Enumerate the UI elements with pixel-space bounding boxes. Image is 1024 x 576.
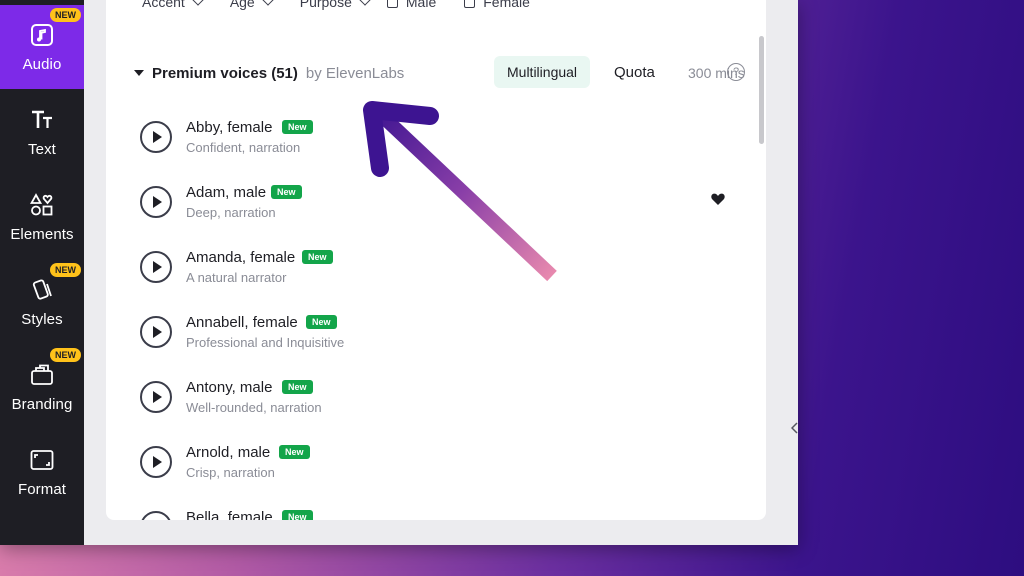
play-button[interactable] — [140, 511, 172, 520]
play-button[interactable] — [140, 446, 172, 478]
voice-new-badge: New — [282, 380, 313, 394]
female-label: Female — [483, 0, 530, 10]
scrollbar-thumb[interactable] — [759, 36, 764, 144]
voice-item[interactable]: Adam, male New Deep, narration — [140, 183, 740, 233]
chevron-down-icon — [192, 0, 204, 6]
sidebar-item-styles[interactable]: NEW Styles — [0, 260, 84, 344]
sidebar-item-label: Text — [28, 140, 56, 158]
male-checkbox[interactable]: Male — [386, 0, 437, 10]
premium-voices-header[interactable]: Premium voices (51) by ElevenLabs Multil… — [134, 56, 754, 90]
voice-description: Confident, narration — [186, 140, 301, 155]
voice-new-badge: New — [282, 120, 313, 134]
heart-icon[interactable] — [710, 191, 726, 207]
music-note-icon — [29, 22, 55, 48]
voice-panel: Accent Age Purpose Male Female Premium v… — [106, 0, 766, 520]
sidebar-item-label: Format — [17, 480, 67, 498]
voice-description: Crisp, narration — [186, 465, 275, 480]
voice-name: Abby, female — [186, 119, 273, 136]
styles-icon — [29, 277, 55, 303]
text-icon — [29, 107, 55, 133]
play-icon — [153, 196, 162, 208]
play-icon — [153, 326, 162, 338]
format-icon — [29, 447, 55, 473]
multilingual-badge[interactable]: Multilingual — [494, 56, 591, 88]
chevron-down-icon — [262, 0, 274, 6]
section-provider: by ElevenLabs — [305, 64, 405, 82]
age-filter[interactable]: Age — [229, 0, 274, 10]
voice-description: Well-rounded, narration — [186, 400, 322, 415]
accent-filter-label: Accent — [142, 0, 185, 10]
help-icon[interactable]: ? — [727, 63, 745, 81]
voice-new-badge: New — [271, 185, 302, 199]
play-button[interactable] — [140, 251, 172, 283]
voice-item[interactable]: Amanda, female New A natural narrator — [140, 248, 740, 298]
sidebar-item-label: Audio — [22, 55, 62, 73]
sidebar-item-branding[interactable]: NEW Branding — [0, 345, 84, 429]
voice-name: Amanda, female — [186, 249, 296, 266]
voice-name: Adam, male — [186, 184, 267, 201]
voice-new-badge: New — [279, 445, 310, 459]
voice-item[interactable]: Antony, male New Well-rounded, narration — [140, 378, 740, 428]
sidebar-item-audio[interactable]: NEW Audio — [0, 5, 84, 89]
purpose-filter[interactable]: Purpose — [299, 0, 371, 10]
voice-name: Arnold, male — [186, 444, 271, 461]
new-badge: NEW — [50, 348, 81, 362]
voice-item[interactable]: Bella, female New — [140, 508, 740, 520]
play-icon — [153, 391, 162, 403]
sidebar-item-label: Branding — [11, 395, 73, 413]
play-icon — [153, 261, 162, 273]
play-button[interactable] — [140, 121, 172, 153]
accent-filter[interactable]: Accent — [142, 0, 204, 10]
voice-description: Deep, narration — [186, 205, 276, 220]
filter-bar: Accent Age Purpose Male Female — [142, 0, 558, 12]
sidebar-item-label: Styles — [21, 310, 63, 328]
play-button[interactable] — [140, 316, 172, 348]
purpose-filter-label: Purpose — [299, 0, 352, 10]
voice-name: Antony, male — [186, 379, 273, 396]
section-title: Premium voices (51) — [152, 64, 298, 82]
checkbox-icon — [464, 0, 476, 8]
play-button[interactable] — [140, 186, 172, 218]
quota-label: Quota — [614, 64, 655, 81]
voice-name: Annabell, female — [186, 314, 298, 331]
sidebar-item-label: Elements — [10, 225, 74, 243]
male-label: Male — [405, 0, 437, 10]
play-button[interactable] — [140, 381, 172, 413]
voice-description: Professional and Inquisitive — [186, 335, 345, 350]
voice-item[interactable]: Abby, female New Confident, narration — [140, 118, 740, 168]
new-badge: NEW — [50, 8, 81, 22]
female-checkbox[interactable]: Female — [464, 0, 530, 10]
caret-down-icon — [134, 70, 144, 76]
voice-item[interactable]: Arnold, male New Crisp, narration — [140, 443, 740, 493]
voice-description: A natural narrator — [186, 270, 287, 285]
checkbox-icon — [386, 0, 398, 8]
sidebar-item-text[interactable]: Text — [0, 90, 84, 174]
shapes-icon — [29, 192, 55, 218]
voice-new-badge: New — [282, 510, 313, 520]
voice-new-badge: New — [306, 315, 337, 329]
app-window: NEW Audio Text Elements NEW Styles NEW B… — [0, 0, 798, 545]
age-filter-label: Age — [229, 0, 255, 10]
voice-item[interactable]: Annabell, female New Professional and In… — [140, 313, 740, 363]
branding-icon — [29, 362, 55, 388]
new-badge: NEW — [50, 263, 81, 277]
play-icon — [153, 456, 162, 468]
sidebar: NEW Audio Text Elements NEW Styles NEW B… — [0, 0, 84, 545]
sidebar-item-format[interactable]: Format — [0, 430, 84, 514]
sidebar-item-elements[interactable]: Elements — [0, 175, 84, 259]
voice-name: Bella, female — [186, 509, 273, 520]
voice-new-badge: New — [302, 250, 333, 264]
collapse-chevron-icon[interactable] — [790, 421, 798, 434]
chevron-down-icon — [359, 0, 371, 6]
play-icon — [153, 131, 162, 143]
